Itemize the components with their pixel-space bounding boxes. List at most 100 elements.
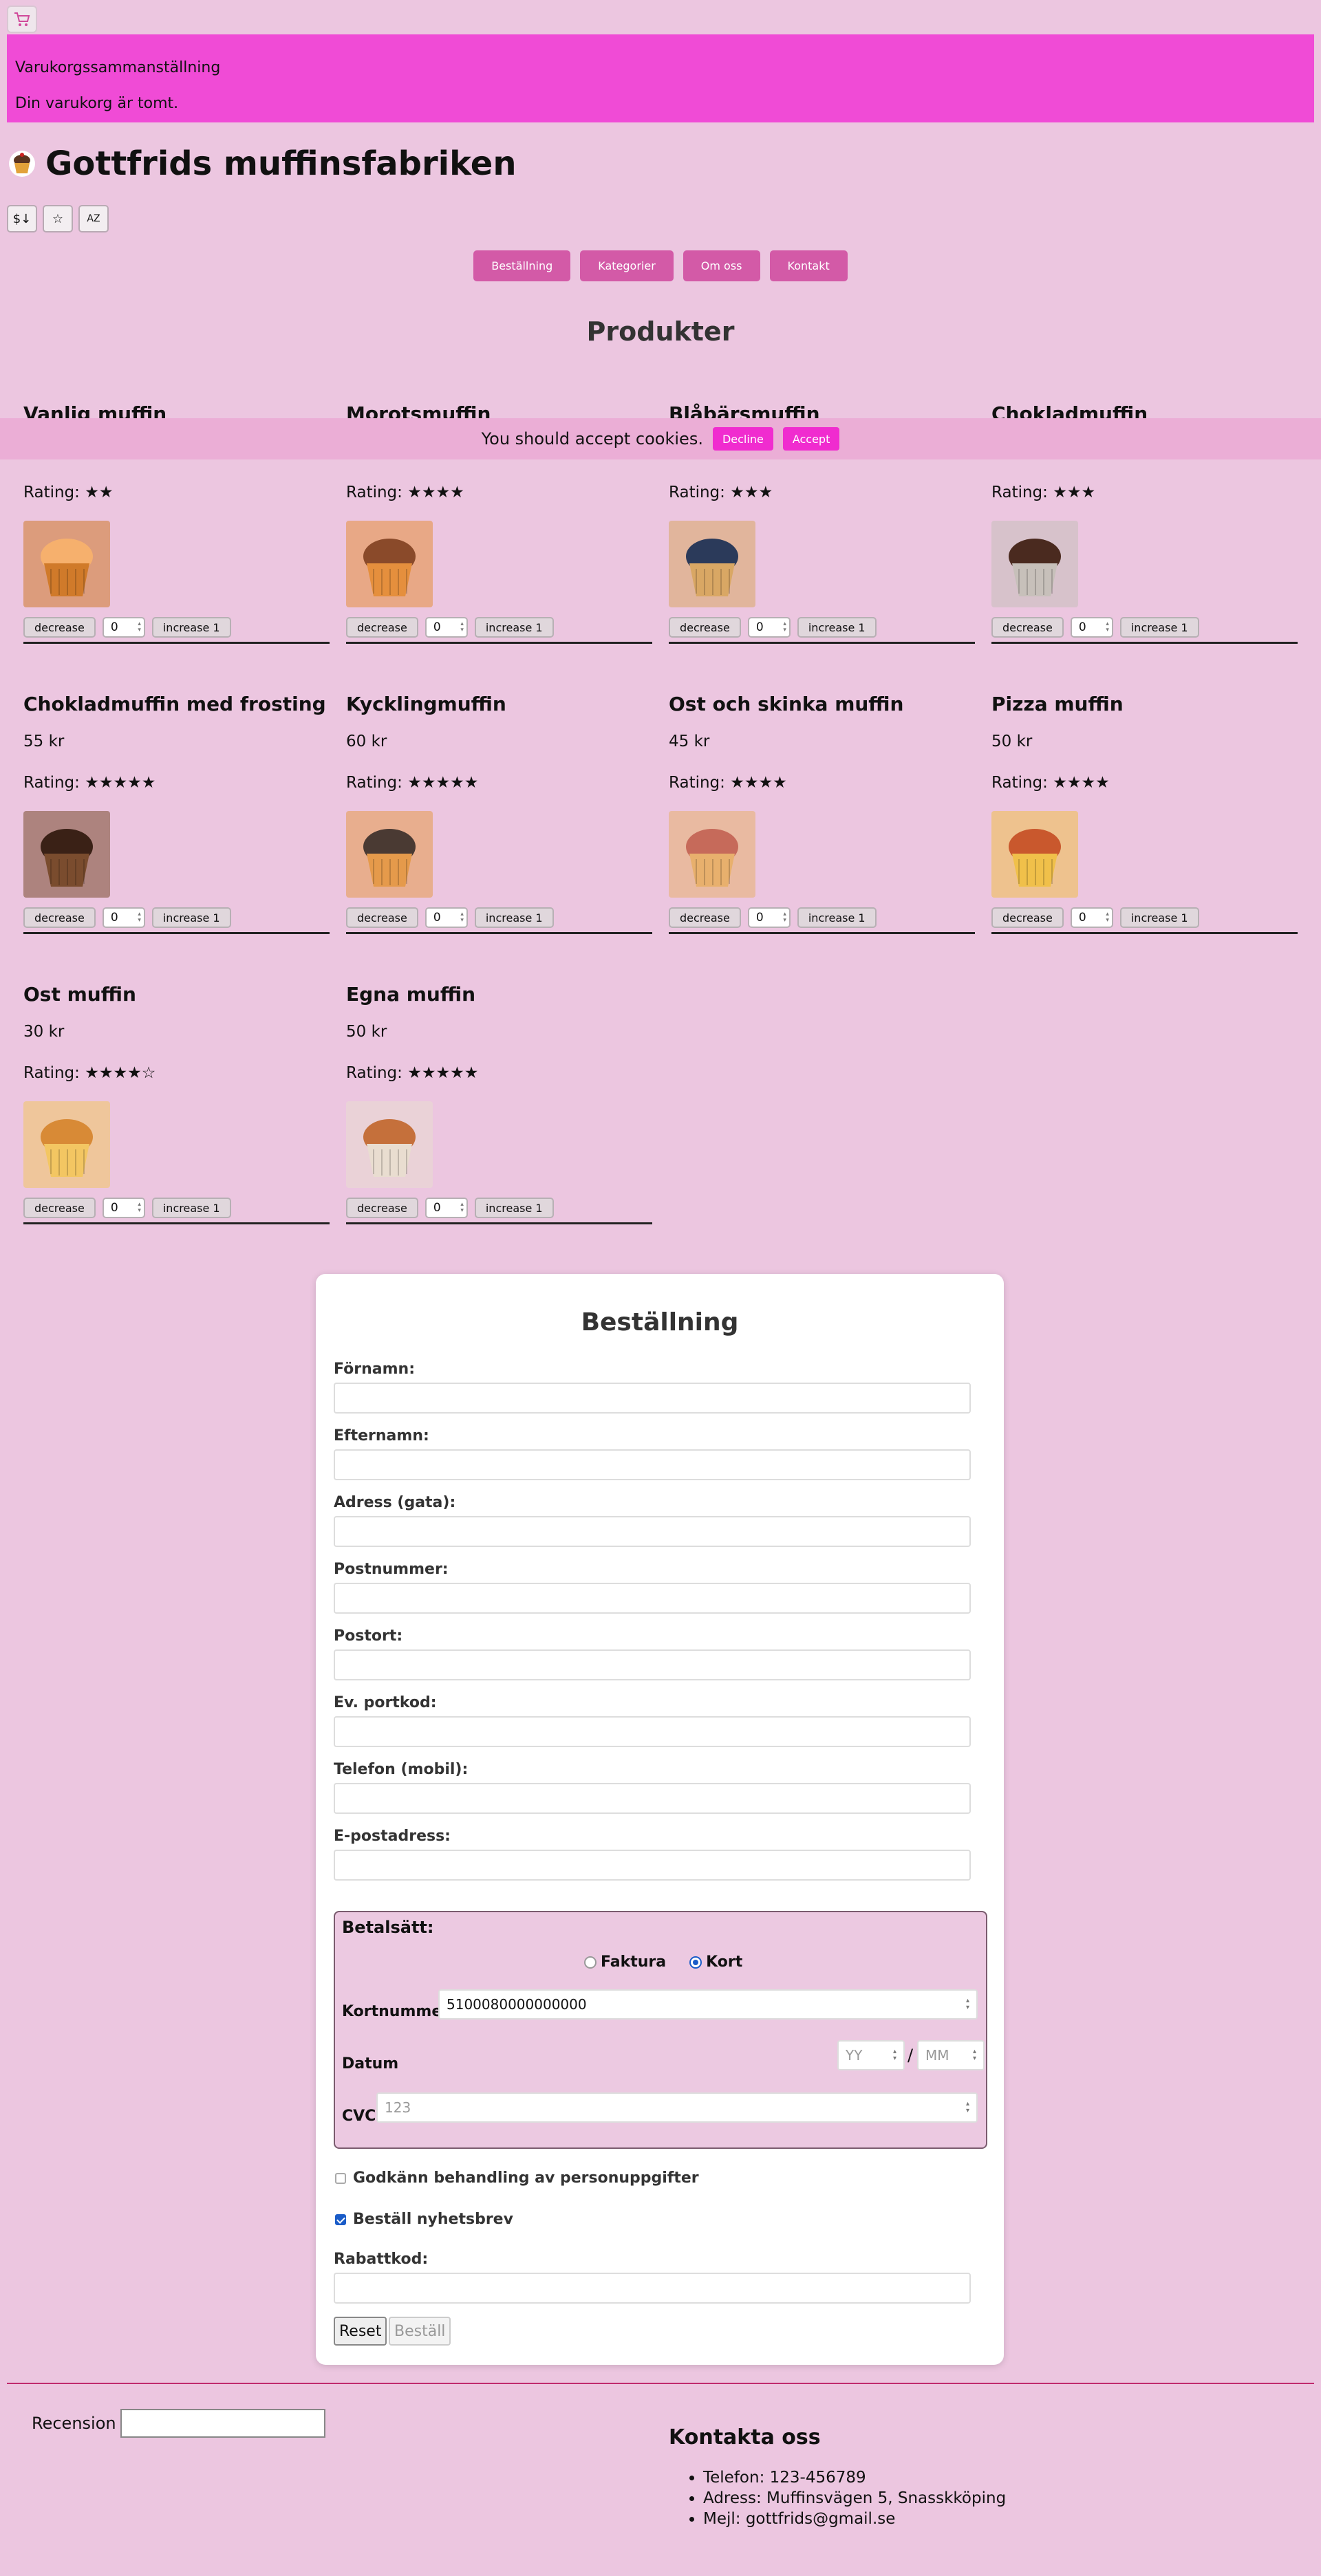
product-rating: Rating: ★★★ — [669, 484, 773, 501]
newsletter-label: Beställ nyhetsbrev — [353, 2211, 513, 2228]
quantity-input[interactable]: 0 ▴ ▾ — [102, 907, 145, 928]
quantity-value: 0 — [1078, 911, 1086, 924]
decrease-button[interactable]: decrease — [346, 907, 418, 928]
nav-kontakt[interactable]: Kontakt — [769, 250, 848, 281]
text-input[interactable] — [334, 1649, 971, 1680]
product-name: Chokladmuffin med frosting — [23, 693, 326, 715]
spinner-icon: ▴ ▾ — [138, 911, 141, 924]
main-nav: Beställning Kategorier Om oss Kontakt — [0, 250, 1321, 281]
decrease-button[interactable]: decrease — [669, 617, 741, 638]
favorite-button[interactable]: ☆ — [43, 205, 73, 232]
card-radio[interactable] — [689, 1956, 702, 1969]
nav-om-oss[interactable]: Om oss — [683, 250, 760, 281]
spinner-icon: ▴ ▾ — [965, 1997, 969, 2011]
newsletter-row: Beställ nyhetsbrev — [335, 2211, 513, 2228]
spinner-icon: ▴ ▾ — [138, 620, 141, 634]
nav-kategorier[interactable]: Kategorier — [580, 250, 674, 281]
card-number-label: Kortnummer — [342, 2003, 450, 2020]
discount-input[interactable] — [334, 2273, 971, 2304]
product-image — [346, 811, 433, 898]
muffin-logo-icon — [9, 151, 35, 177]
cookie-accept-button[interactable]: Accept — [782, 427, 840, 451]
quantity-input[interactable]: 0 ▴ ▾ — [1070, 617, 1113, 638]
submit-button[interactable]: Beställ — [389, 2317, 451, 2346]
cvc-input[interactable]: 123 ▴ ▾ — [376, 2092, 978, 2123]
toolbar: $↓ ☆ AZ — [7, 205, 109, 232]
product-name: Egna muffin — [346, 983, 476, 1006]
increase-button[interactable]: increase 1 — [474, 617, 554, 638]
text-input[interactable] — [334, 1583, 971, 1614]
quantity-input[interactable]: 0 ▴ ▾ — [1070, 907, 1113, 928]
site-title: Gottfrids muffinsfabriken — [45, 144, 517, 183]
decrease-button[interactable]: decrease — [23, 1198, 96, 1218]
card-label: Kort — [706, 1953, 743, 1971]
quantity-value: 0 — [433, 911, 441, 924]
decrease-button[interactable]: decrease — [346, 1198, 418, 1218]
review-label: Recension — [32, 2414, 116, 2433]
increase-button[interactable]: increase 1 — [151, 907, 231, 928]
increase-button[interactable]: increase 1 — [1119, 617, 1199, 638]
card-number-input[interactable]: 5100080000000000 ▴ ▾ — [438, 1989, 978, 2020]
decrease-button[interactable]: decrease — [23, 907, 96, 928]
cookie-decline-button[interactable]: Decline — [712, 427, 773, 451]
gdpr-checkbox[interactable] — [335, 2172, 346, 2184]
text-input[interactable] — [334, 1383, 971, 1414]
product-name: Ost och skinka muffin — [669, 693, 904, 715]
decrease-button[interactable]: decrease — [669, 907, 741, 928]
text-input[interactable] — [334, 1783, 971, 1814]
increase-button[interactable]: increase 1 — [1119, 907, 1199, 928]
review-input[interactable] — [120, 2409, 325, 2438]
spinner-icon: ▴ ▾ — [972, 2048, 976, 2062]
field-label: Förnamn: — [334, 1361, 415, 1378]
cart-button[interactable] — [7, 6, 37, 33]
month-input[interactable]: MM ▴ ▾ — [917, 2040, 985, 2070]
quantity-controls: decrease 0 ▴ ▾ increase 1 — [669, 907, 975, 928]
product-card: Chokladmuffin med frosting 55 kr Rating:… — [23, 693, 330, 934]
text-input[interactable] — [334, 1716, 971, 1747]
increase-button[interactable]: increase 1 — [797, 617, 877, 638]
quantity-input[interactable]: 0 ▴ ▾ — [747, 907, 791, 928]
increase-button[interactable]: increase 1 — [151, 1198, 231, 1218]
quantity-input[interactable]: 0 ▴ ▾ — [102, 617, 145, 638]
text-input[interactable] — [334, 1449, 971, 1480]
quantity-input[interactable]: 0 ▴ ▾ — [747, 617, 791, 638]
decrease-button[interactable]: decrease — [346, 617, 418, 638]
spinner-icon: ▴ ▾ — [1106, 911, 1109, 924]
cart-icon — [14, 12, 30, 26]
contact-list: Telefon: 123-456789 Adress: Muffinsvägen… — [669, 2469, 1006, 2528]
sort-alpha-icon: AZ — [87, 213, 100, 224]
text-input[interactable] — [334, 1850, 971, 1881]
decrease-button[interactable]: decrease — [991, 617, 1064, 638]
increase-button[interactable]: increase 1 — [797, 907, 877, 928]
product-divider — [23, 642, 330, 644]
increase-button[interactable]: increase 1 — [474, 907, 554, 928]
decrease-button[interactable]: decrease — [991, 907, 1064, 928]
quantity-input[interactable]: 0 ▴ ▾ — [102, 1198, 145, 1218]
increase-button[interactable]: increase 1 — [151, 617, 231, 638]
sort-price-button[interactable]: $↓ — [7, 205, 37, 232]
text-input[interactable] — [334, 1516, 971, 1547]
cvc-label: CVC — [342, 2108, 376, 2125]
contact-phone: Telefon: 123-456789 — [703, 2469, 1006, 2487]
month-placeholder: MM — [925, 2047, 949, 2064]
year-input[interactable]: YY ▴ ▾ — [837, 2040, 905, 2070]
card-number-value: 5100080000000000 — [447, 1996, 587, 2013]
sort-alpha-button[interactable]: AZ — [78, 205, 109, 232]
product-divider — [346, 932, 652, 934]
invoice-radio[interactable] — [584, 1956, 597, 1969]
quantity-input[interactable]: 0 ▴ ▾ — [425, 1198, 468, 1218]
increase-button[interactable]: increase 1 — [474, 1198, 554, 1218]
spinner-icon: ▴ ▾ — [460, 1201, 464, 1214]
product-price: 50 kr — [346, 1023, 387, 1041]
cookie-text: You should accept cookies. — [481, 429, 703, 448]
quantity-input[interactable]: 0 ▴ ▾ — [425, 907, 468, 928]
product-card: Kycklingmuffin 60 kr Rating: ★★★★★ decre… — [346, 693, 652, 934]
reset-button[interactable]: Reset — [334, 2317, 387, 2346]
quantity-input[interactable]: 0 ▴ ▾ — [425, 617, 468, 638]
nav-bestallning[interactable]: Beställning — [473, 250, 571, 281]
product-divider — [346, 1222, 652, 1224]
discount-label: Rabattkod: — [334, 2251, 429, 2268]
newsletter-checkbox[interactable] — [335, 2214, 346, 2225]
decrease-button[interactable]: decrease — [23, 617, 96, 638]
product-rating: Rating: ★★★★★ — [346, 774, 479, 792]
